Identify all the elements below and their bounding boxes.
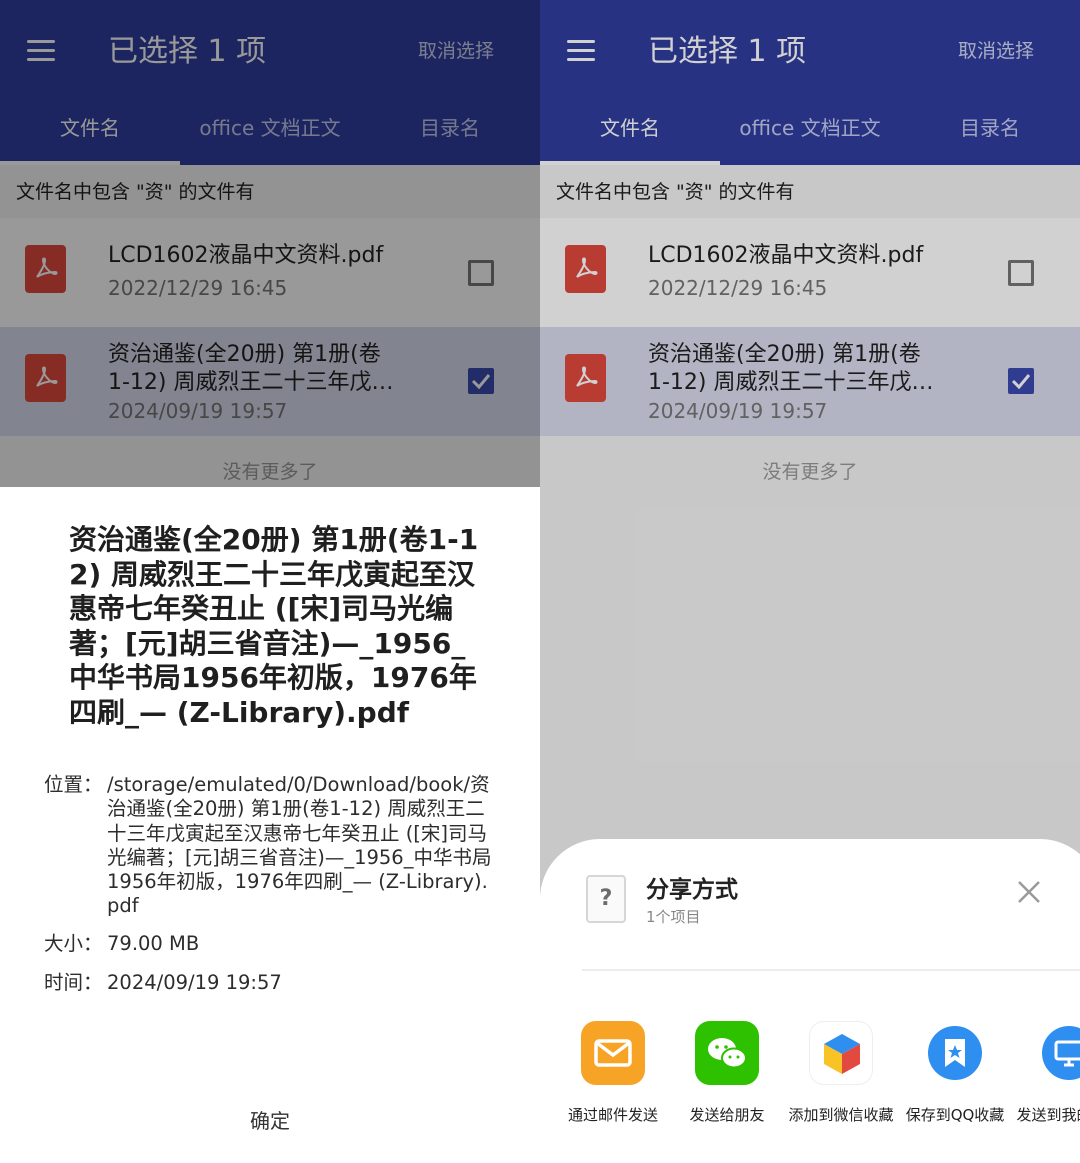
share-app-label: 发送到我的电脑 [1016, 1106, 1080, 1124]
share-title: 分享方式 [646, 877, 738, 903]
wechat-favorites-icon [809, 1021, 873, 1085]
computer-icon [1037, 1021, 1080, 1085]
share-item-count: 1个项目 [646, 908, 701, 926]
dialog-file-title: 资治通鉴(全20册) 第1册(卷1-12) 周威烈王二十三年戊寅起至汉惠帝七年癸… [69, 523, 479, 729]
right-screen: 已选择 1 项 取消选择 文件名 office 文档正文 目录名 文件名中包含 … [540, 0, 1080, 1163]
ok-button[interactable]: 确定 [0, 1107, 540, 1135]
qq-favorites-icon [923, 1021, 987, 1085]
unknown-file-icon: ? [586, 875, 626, 923]
time-label: 时间： [44, 971, 103, 994]
share-app-label: 添加到微信收藏 [788, 1106, 894, 1124]
share-app-label: 保存到QQ收藏 [905, 1106, 1005, 1124]
share-app-label: 发送给朋友 [689, 1106, 765, 1124]
share-sheet: ? 分享方式 1个项目 通过邮件发送 发送给朋友 添加到微信收藏 保存到QQ收藏… [540, 839, 1080, 1163]
mail-icon [581, 1021, 645, 1085]
share-app-label: 通过邮件发送 [567, 1106, 658, 1124]
time-value: 2024/09/19 19:57 [107, 971, 282, 994]
close-icon[interactable] [1014, 877, 1044, 907]
left-screen: 已选择 1 项 取消选择 文件名 office 文档正文 目录名 文件名中包含 … [0, 0, 540, 1163]
file-info-dialog: 资治通鉴(全20册) 第1册(卷1-12) 周威烈王二十三年戊寅起至汉惠帝七年癸… [0, 487, 540, 1163]
location-value: /storage/emulated/0/Download/book/资治通鉴(全… [107, 773, 492, 918]
size-value: 79.00 MB [107, 932, 200, 955]
wechat-icon [695, 1021, 759, 1085]
divider [582, 969, 1080, 971]
location-label: 位置： [44, 773, 103, 796]
size-label: 大小： [44, 932, 103, 955]
